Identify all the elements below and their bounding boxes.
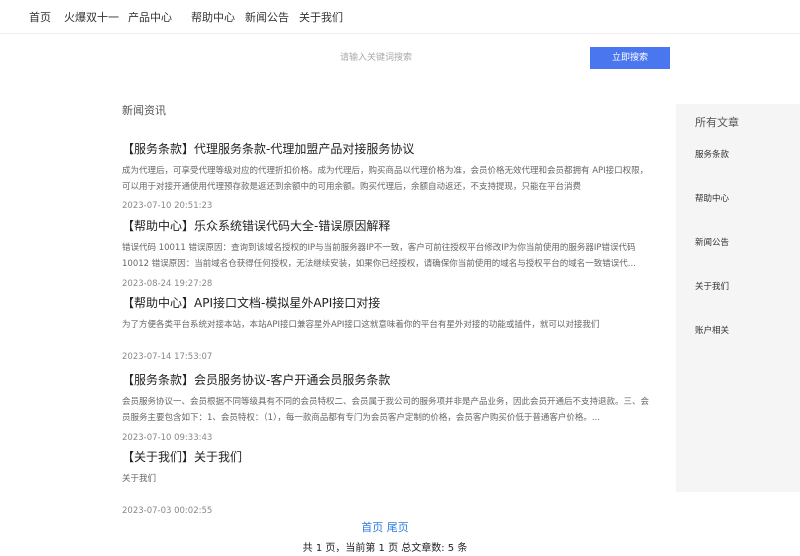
article-item: 【帮助中心】乐众系统错误代码大全-错误原因解释 错误代码 10011 错误原因：… <box>122 219 652 289</box>
article-category-sidebar: 所有文章 服务条款 帮助中心 新闻公告 关于我们 账户相关 <box>676 104 800 492</box>
nav-item-home[interactable]: 首页 <box>29 9 51 25</box>
sidebar-link-about[interactable]: 关于我们 <box>695 280 729 292</box>
nav-item-double-eleven[interactable]: 火爆双十一 <box>64 9 119 25</box>
article-summary: 错误代码 10011 错误原因：查询到该域名授权的IP与当前服务器IP不一致，客… <box>122 243 636 269</box>
pagination-last-link[interactable]: 尾页 <box>387 521 409 534</box>
sidebar-heading: 所有文章 <box>695 116 739 129</box>
top-navigation: 首页 火爆双十一 产品中心 帮助中心 新闻公告 关于我们 <box>0 0 800 34</box>
article-summary: 会员服务协议一、会员根据不同等级具有不同的会员特权二、会员属于我公司的服务项并非… <box>122 397 650 423</box>
nav-item-news[interactable]: 新闻公告 <box>245 9 289 25</box>
search-input[interactable] <box>340 51 580 65</box>
sidebar-link-news[interactable]: 新闻公告 <box>695 236 729 248</box>
article-title[interactable]: 【服务条款】会员服务协议-客户开通会员服务条款 <box>122 373 652 387</box>
article-summary: 成为代理后，可享受代理等级对应的代理折扣价格。成为代理后，购买商品以代理价格为准… <box>122 166 649 192</box>
article-date: 2023-08-24 19:27:28 <box>122 279 213 289</box>
pagination-info: 共 1 页，当前第 1 页 总文章数: 5 条 <box>302 543 468 554</box>
sidebar-link-account[interactable]: 账户相关 <box>695 324 729 336</box>
article-item: 【服务条款】会员服务协议-客户开通会员服务条款 会员服务协议一、会员根据不同等级… <box>122 373 652 443</box>
article-item: 【帮助中心】API接口文档-模拟星外API接口对接 为了方便各类平台系统对接本站… <box>122 296 652 362</box>
article-summary: 关于我们 <box>122 474 157 484</box>
article-summary: 为了方便各类平台系统对接本站，本站API接口兼容星外API接口这就意味着你的平台… <box>122 320 600 330</box>
section-title: 新闻资讯 <box>122 104 166 117</box>
article-date: 2023-07-10 09:33:43 <box>122 433 213 443</box>
article-date: 2023-07-14 17:53:07 <box>122 352 213 362</box>
article-title[interactable]: 【帮助中心】乐众系统错误代码大全-错误原因解释 <box>122 219 652 233</box>
nav-item-about[interactable]: 关于我们 <box>299 9 343 25</box>
article-date: 2023-07-10 20:51:23 <box>122 201 213 211</box>
article-title[interactable]: 【帮助中心】API接口文档-模拟星外API接口对接 <box>122 296 652 310</box>
pagination-first-link[interactable]: 首页 <box>361 521 383 534</box>
nav-item-products[interactable]: 产品中心 <box>128 9 172 25</box>
article-title[interactable]: 【关于我们】关于我们 <box>122 450 652 464</box>
article-item: 【服务条款】代理服务条款-代理加盟产品对接服务协议 成为代理后，可享受代理等级对… <box>122 142 652 211</box>
article-item: 【关于我们】关于我们 关于我们 2023-07-03 00:02:55 <box>122 450 652 516</box>
article-title[interactable]: 【服务条款】代理服务条款-代理加盟产品对接服务协议 <box>122 142 652 156</box>
sidebar-link-terms[interactable]: 服务条款 <box>695 148 729 160</box>
sidebar-link-help[interactable]: 帮助中心 <box>695 192 729 204</box>
pagination: 首页 尾页 <box>0 519 770 535</box>
search-button[interactable]: 立即搜索 <box>590 47 670 69</box>
nav-item-help[interactable]: 帮助中心 <box>191 9 235 25</box>
article-date: 2023-07-03 00:02:55 <box>122 506 213 516</box>
